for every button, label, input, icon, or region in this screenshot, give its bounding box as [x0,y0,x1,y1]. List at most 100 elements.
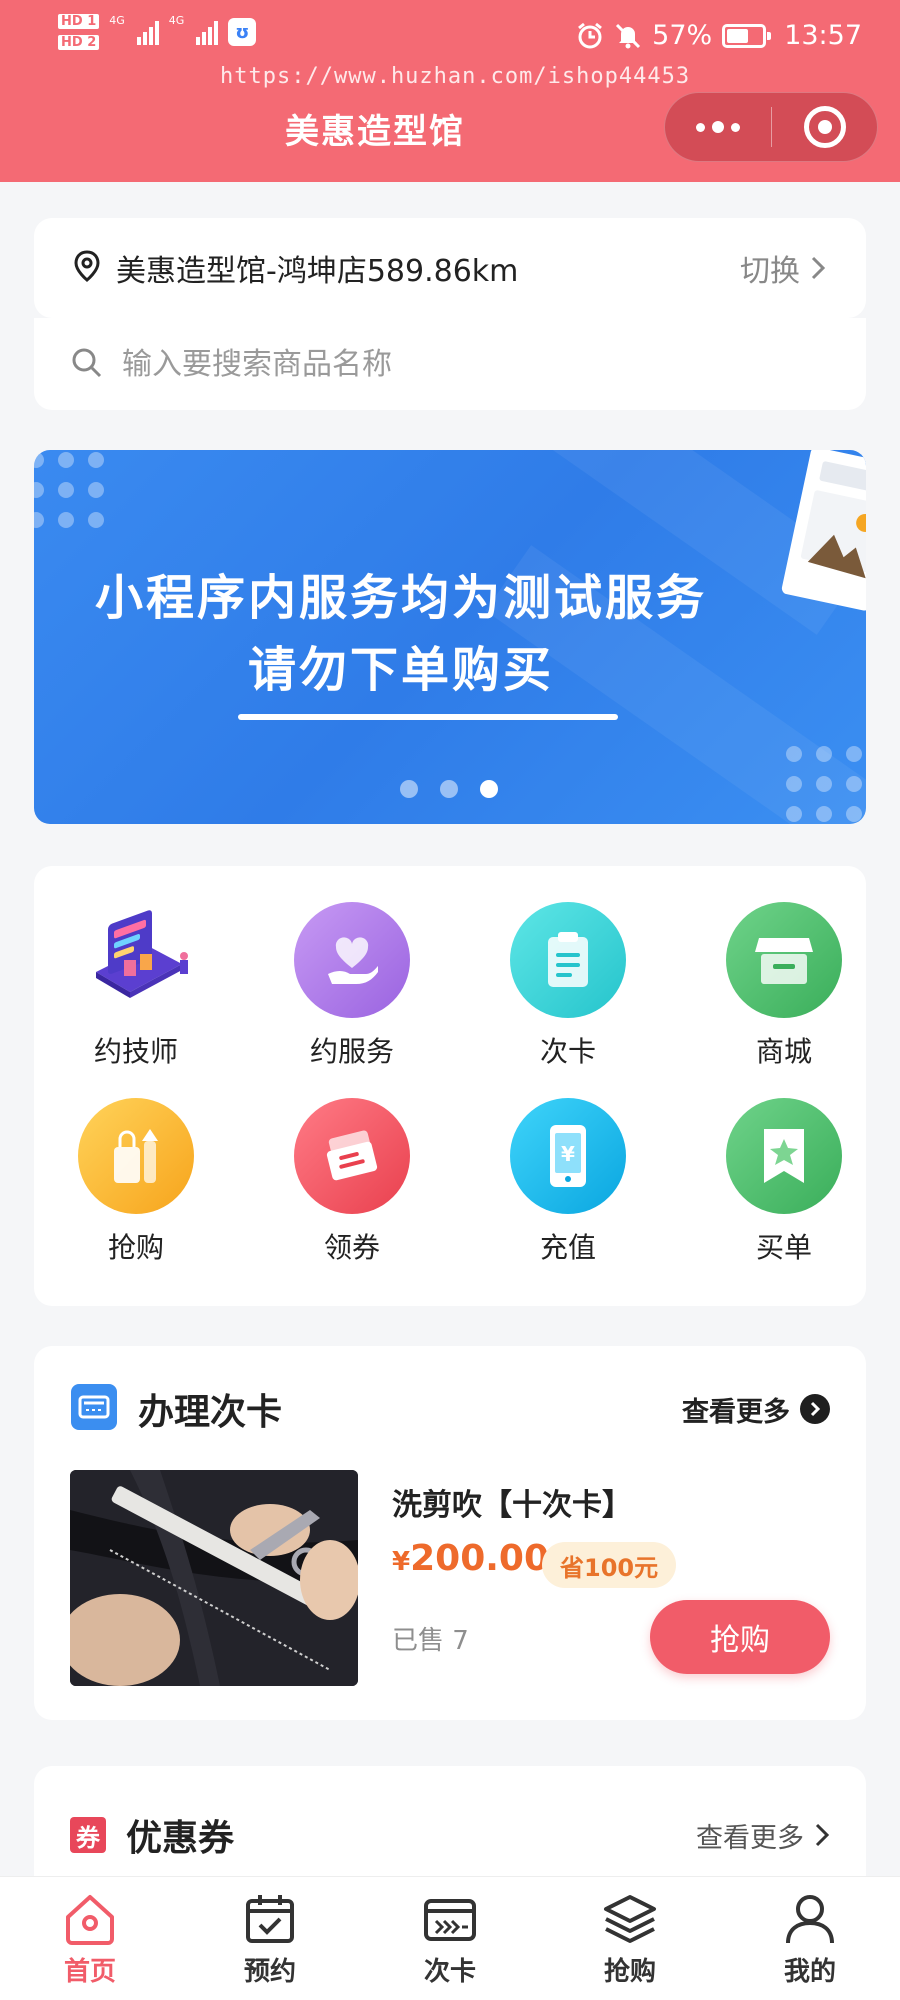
status-bar-right: 57% 13:57 [576,20,862,51]
chevron-right-icon [815,1823,830,1847]
product-title[interactable]: 洗剪吹【十次卡】 [392,1480,632,1524]
promo-banner[interactable]: 小程序内服务均为测试服务 请勿下单购买 [34,450,866,824]
menu-label: 次卡 [539,1035,596,1068]
banner-subline: 请勿下单购买 [247,642,554,698]
menu-item-coupon[interactable]: 领券 [252,1098,452,1266]
store-selector[interactable]: 美惠造型馆-鸿坤店589.86km 切换 [34,218,866,318]
store-name: 美惠造型馆-鸿坤店589.86km [116,254,519,289]
sold-count: 已售 7 [392,1626,469,1656]
battery-percent: 57% [652,20,713,51]
menu-label: 买单 [755,1231,812,1264]
app-header: HD 1 HD 2 4G 4G ʊ 57% 13:57 https://www.… [0,0,900,182]
picture-card-illustration [776,450,866,630]
more-menu-button[interactable] [665,93,771,161]
bookmark-star-icon [726,1098,842,1214]
tab-profile[interactable]: 我的 [720,1877,900,2000]
product-image[interactable] [70,1470,358,1686]
search-input[interactable] [122,346,830,382]
menu-label: 抢购 [107,1231,164,1264]
search-bar[interactable] [34,318,866,410]
tab-booking[interactable]: 预约 [180,1877,360,2000]
menu-item-pay-bill[interactable]: 买单 [684,1098,884,1266]
user-icon [786,1895,834,1944]
carousel-dot[interactable] [440,780,458,798]
menu-label: 充值 [539,1231,596,1264]
currency-symbol: ¥ [392,1547,411,1577]
tab-times-card[interactable]: 次卡 [360,1877,540,2000]
section-title: 优惠券 [126,1818,235,1859]
buy-now-button[interactable]: 抢购 [650,1600,830,1674]
chevron-right-icon [811,256,826,280]
menu-label: 商城 [755,1035,812,1068]
switch-store-button[interactable]: 切换 [740,246,826,290]
search-icon [70,346,102,382]
technician-icon [78,902,194,1018]
status-bar-left: HD 1 HD 2 4G 4G ʊ [58,14,257,50]
card-section-icon [70,1383,118,1435]
hd1-badge: HD 1 [58,14,100,29]
menu-item-technician[interactable]: 约技师 [36,902,236,1070]
target-icon [803,106,846,148]
decor-dots [34,452,104,528]
menu-item-service[interactable]: 约服务 [252,902,452,1070]
banner-underline [238,714,618,720]
calendar-check-icon [246,1895,294,1943]
view-more-label: 查看更多 [696,1822,804,1854]
menu-item-recharge[interactable]: ¥ 充值 [468,1098,668,1266]
view-more-label: 查看更多 [682,1396,790,1428]
feature-grid: 约技师 约服务 次卡 商城 抢购 领券 ¥ 充值 买单 [34,866,866,1306]
carousel-dot-active[interactable] [480,780,498,798]
section-header: 办理次卡 查看更多 [70,1384,830,1434]
times-card-section: 办理次卡 查看更多 洗剪吹【十次卡】 ¥ 200.00 省100元 已售 7 抢… [34,1346,866,1720]
decor-dots [786,746,862,822]
mute-icon [614,22,642,50]
section-header: 券 优惠券 查看更多 [70,1810,830,1860]
product-price: ¥ 200.00 [392,1538,549,1579]
ticket-icon [294,1098,410,1214]
menu-label: 约技师 [93,1035,178,1068]
signal-icon [136,19,159,45]
clipboard-icon [510,902,626,1018]
chevron-right-circle-icon [800,1394,830,1424]
coupon-icon: 券 [70,1817,106,1853]
price-value: 200.00 [410,1538,550,1579]
tab-label: 预约 [243,1957,296,1987]
home-icon [66,1895,114,1945]
signal-icon [196,19,219,45]
network-type-1: 4G [109,14,125,27]
svg-text:¥: ¥ [561,1142,575,1166]
tab-flash-sale[interactable]: 抢购 [540,1877,720,2000]
menu-item-times-card[interactable]: 次卡 [468,902,668,1070]
view-more-link[interactable]: 查看更多 [696,1816,830,1855]
tab-label: 首页 [63,1957,116,1987]
network-type-2: 4G [168,14,185,27]
menu-label: 约服务 [309,1035,394,1068]
store-icon [726,902,842,1018]
battery-icon [722,23,772,48]
section-title: 办理次卡 [138,1392,283,1433]
menu-item-mall[interactable]: 商城 [684,902,884,1070]
location-pin-icon [72,250,102,286]
menu-label: 领券 [323,1231,380,1264]
alarm-icon [576,22,604,50]
tab-home[interactable]: 首页 [0,1877,180,2000]
bottom-tab-bar: 首页 预约 次卡 抢购 我的 [0,1876,900,2000]
hd2-badge: HD 2 [58,35,100,50]
layers-icon [604,1895,656,1943]
close-miniprogram-button[interactable] [772,93,877,161]
phone-yen-icon: ¥ [510,1098,626,1214]
card-icon [424,1899,476,1941]
miniprogram-capsule [664,92,878,162]
shopping-bag-icon [78,1098,194,1214]
app-notification-icon: ʊ [228,18,257,46]
discount-badge: 省100元 [542,1542,677,1588]
carousel-dot[interactable] [400,780,418,798]
view-more-link[interactable]: 查看更多 [682,1390,830,1429]
tab-label: 抢购 [603,1957,656,1987]
carousel-indicators [400,780,498,798]
tab-label: 我的 [783,1957,836,1987]
clock: 13:57 [784,20,862,51]
menu-item-flash-sale[interactable]: 抢购 [36,1098,236,1266]
tab-label: 次卡 [423,1957,476,1987]
page-title-text: 美惠造型馆 [285,112,465,152]
